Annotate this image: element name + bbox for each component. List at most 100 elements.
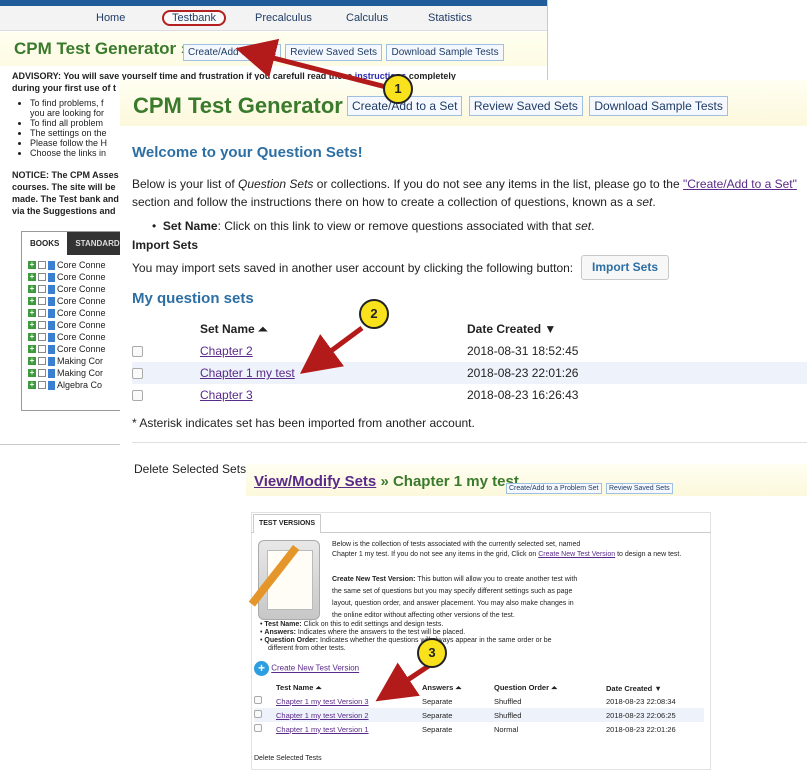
create-new-test-version-link[interactable]: Create New Test Version: [538, 551, 615, 558]
book-row[interactable]: + Core Conne: [28, 319, 130, 331]
expand-icon[interactable]: +: [28, 297, 36, 305]
expand-icon[interactable]: +: [28, 273, 36, 281]
nav-testbank[interactable]: Testbank: [162, 10, 227, 26]
expand-icon[interactable]: +: [28, 261, 36, 269]
sort-down-icon[interactable]: ▼: [544, 322, 556, 336]
expand-icon[interactable]: +: [28, 285, 36, 293]
row-checkbox[interactable]: [132, 346, 143, 358]
create-add-problem-set-button[interactable]: Create/Add to a Problem Set: [506, 483, 602, 494]
sort-icon[interactable]: ⏶: [551, 683, 557, 692]
sort-icon[interactable]: ⏶: [455, 683, 461, 692]
nav-statistics[interactable]: Statistics: [428, 12, 472, 24]
create-add-set-button[interactable]: Create/Add to a Set: [183, 44, 281, 61]
book-checkbox[interactable]: [38, 297, 46, 305]
book-row[interactable]: + Core Conne: [28, 307, 130, 319]
table-row: Chapter 1 my test Version 1 Separate Nor…: [254, 722, 704, 736]
plus-circle-icon[interactable]: +: [254, 661, 269, 676]
set-name-link[interactable]: Chapter 3: [200, 388, 253, 402]
desc-text: Below is the collection of tests associa…: [332, 541, 581, 548]
delete-selected-sets-button[interactable]: Delete Selected Sets: [134, 462, 246, 476]
test-name-link[interactable]: Chapter 1 my test Version 3: [276, 697, 369, 706]
expand-icon[interactable]: +: [28, 321, 36, 329]
book-row[interactable]: + Core Conne: [28, 283, 130, 295]
row-checkbox[interactable]: [254, 696, 262, 704]
answers-cell: Separate: [422, 696, 453, 706]
book-checkbox[interactable]: [38, 273, 46, 281]
book-row[interactable]: + Making Cor: [28, 355, 130, 367]
row-checkbox[interactable]: [254, 710, 262, 718]
sort-icon[interactable]: ⏶: [315, 683, 321, 692]
book-checkbox[interactable]: [38, 369, 46, 377]
book-icon: [48, 332, 55, 342]
sort-down-icon[interactable]: ▼: [654, 684, 661, 693]
book-icon: [48, 272, 55, 282]
delete-selected-tests-button[interactable]: Delete Selected Tests: [254, 755, 322, 762]
col-test-name[interactable]: Test Name ⏶: [276, 682, 422, 694]
book-row[interactable]: + Core Conne: [28, 259, 130, 271]
versions-description: Below is the collection of tests associa…: [332, 540, 702, 560]
book-checkbox[interactable]: [38, 333, 46, 341]
books-panel: BOOKS STANDARD + Core Conne + Core Conne + Co…: [21, 231, 131, 411]
page-title: CPM Test Generator »: [133, 93, 362, 118]
bullet-item: Choose the links in: [30, 148, 107, 158]
order-cell: Shuffled: [494, 708, 606, 722]
expand-icon[interactable]: +: [28, 309, 36, 317]
order-cell: Normal: [494, 724, 519, 734]
book-checkbox[interactable]: [38, 321, 46, 329]
review-saved-sets-button[interactable]: Review Saved Sets: [605, 483, 673, 494]
expand-icon[interactable]: +: [28, 357, 36, 365]
set-title: » Chapter 1 my test: [380, 473, 519, 490]
review-saved-sets-button[interactable]: Review Saved Sets: [285, 44, 383, 61]
notice-line: via the Suggestions and: [12, 206, 116, 216]
book-checkbox[interactable]: [38, 285, 46, 293]
create-add-set-link[interactable]: "Create/Add to a Set": [683, 177, 797, 191]
expand-icon[interactable]: +: [28, 333, 36, 341]
create-new-test-version[interactable]: + Create New Test Version: [254, 661, 359, 676]
book-checkbox[interactable]: [38, 357, 46, 365]
test-name-link[interactable]: Chapter 1 my test Version 2: [276, 711, 369, 720]
create-new-test-version-link[interactable]: Create New Test Version: [271, 664, 359, 673]
col-set-name[interactable]: Set Name ⏶: [200, 318, 467, 340]
book-row[interactable]: + Algebra Co: [28, 379, 130, 391]
nav-precalculus[interactable]: Precalculus: [255, 12, 312, 24]
book-checkbox[interactable]: [38, 381, 46, 389]
book-checkbox[interactable]: [38, 309, 46, 317]
back-header: CPM Test Generator » Create/Add to a Set…: [0, 32, 547, 66]
row-checkbox[interactable]: [132, 368, 143, 380]
book-title: Core Conne: [57, 332, 106, 342]
set-name-link[interactable]: Chapter 1 my test: [200, 366, 295, 380]
expand-icon[interactable]: +: [28, 381, 36, 389]
download-sample-tests-button[interactable]: Download Sample Tests: [386, 44, 504, 61]
expand-icon[interactable]: +: [28, 369, 36, 377]
book-row[interactable]: + Core Conne: [28, 295, 130, 307]
book-title: Core Conne: [57, 260, 106, 270]
col-answers[interactable]: Answers ⏶: [422, 682, 494, 694]
col-question-order[interactable]: Question Order ⏶: [494, 682, 606, 694]
col-date-created[interactable]: Date Created ▼: [467, 318, 807, 340]
book-icon: [48, 344, 55, 354]
book-row[interactable]: + Making Cor: [28, 367, 130, 379]
row-checkbox[interactable]: [132, 390, 143, 402]
expand-icon[interactable]: +: [28, 345, 36, 353]
callout-badge-1: 1: [383, 74, 413, 104]
nav-calculus[interactable]: Calculus: [346, 12, 388, 24]
set-name-link[interactable]: Chapter 2: [200, 344, 253, 358]
view-modify-sets-link[interactable]: View/Modify Sets: [254, 473, 376, 490]
book-row[interactable]: + Core Conne: [28, 271, 130, 283]
test-name-link[interactable]: Chapter 1 my test Version 1: [276, 725, 369, 734]
book-checkbox[interactable]: [38, 345, 46, 353]
book-row[interactable]: + Core Conne: [28, 343, 130, 355]
book-checkbox[interactable]: [38, 261, 46, 269]
download-sample-tests-button[interactable]: Download Sample Tests: [589, 96, 728, 116]
tab-test-versions[interactable]: TEST VERSIONS: [253, 514, 321, 533]
desc-text: to design a new test.: [617, 551, 682, 558]
col-date-created[interactable]: Date Created ▼: [606, 682, 704, 694]
book-row[interactable]: + Core Conne: [28, 331, 130, 343]
nav-home[interactable]: Home: [96, 12, 125, 24]
row-checkbox[interactable]: [254, 724, 262, 732]
sort-icon[interactable]: ⏶: [258, 322, 268, 336]
tab-books[interactable]: BOOKS: [22, 232, 67, 255]
header-buttons: Create/Add to a Problem Set Review Saved…: [506, 477, 673, 495]
review-saved-sets-button[interactable]: Review Saved Sets: [468, 96, 583, 116]
import-sets-button[interactable]: Import Sets: [581, 255, 669, 280]
